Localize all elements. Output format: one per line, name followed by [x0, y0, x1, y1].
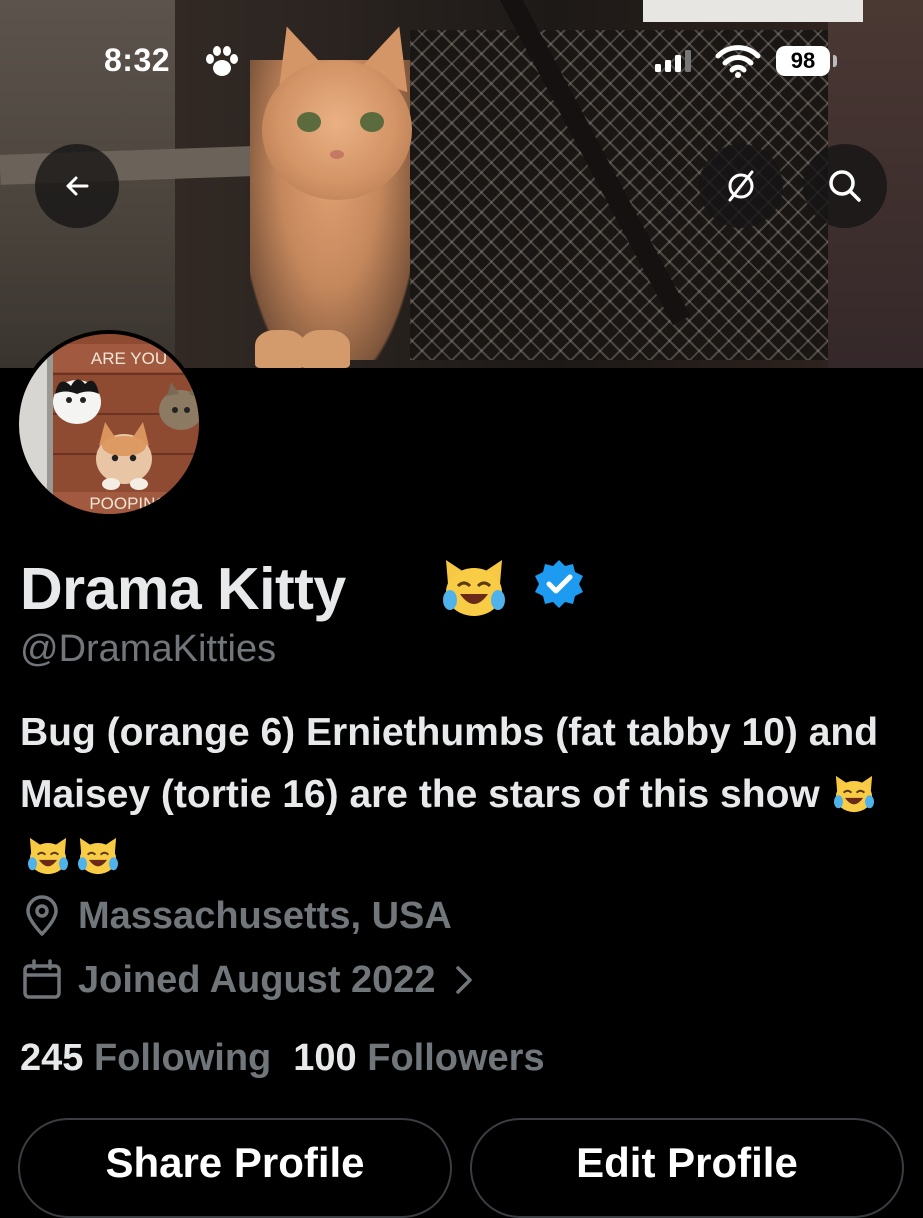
- cat-eye: [297, 112, 321, 132]
- cat-paw: [300, 330, 350, 368]
- cat-head: [262, 60, 412, 200]
- bio-text: Bug (orange 6) Erniethumbs (fat tabby 10…: [20, 711, 879, 816]
- location-text: Massachusetts, USA: [78, 894, 452, 937]
- followers-label: Followers: [367, 1037, 545, 1079]
- follow-stats: 245 Following 100 Followers: [20, 1037, 545, 1080]
- banner-light: [643, 0, 863, 22]
- share-profile-button[interactable]: Share Profile: [18, 1118, 452, 1218]
- battery-tip: [833, 55, 837, 67]
- laughing-cat-emoji-icon: [443, 560, 505, 616]
- back-button[interactable]: [35, 144, 119, 228]
- edit-profile-button[interactable]: Edit Profile: [470, 1118, 904, 1218]
- cat-nose: [330, 150, 344, 159]
- cat-paw: [255, 330, 305, 368]
- following-count: 245: [20, 1037, 84, 1079]
- signal-icon: [655, 50, 691, 72]
- verified-badge-icon: [535, 560, 583, 608]
- profile-joined[interactable]: Joined August 2022: [20, 958, 474, 1002]
- laughing-cat-emoji-icon: [27, 837, 69, 875]
- avatar-sign-bottom: POOPING: [89, 494, 168, 513]
- display-name: Drama Kitty: [20, 556, 346, 622]
- calendar-icon: [23, 959, 61, 999]
- wifi-icon: [715, 45, 761, 78]
- followers-link[interactable]: 100 Followers: [293, 1037, 544, 1079]
- arrow-left-icon: [66, 176, 89, 196]
- search-icon: [829, 170, 861, 202]
- joined-text: Joined August 2022: [78, 958, 436, 1001]
- laughing-cat-emoji-icon: [77, 837, 119, 875]
- profile-location: Massachusetts, USA: [20, 894, 452, 938]
- battery-indicator: 98: [776, 46, 830, 76]
- following-label: Following: [93, 1037, 272, 1079]
- paw-icon: [206, 46, 238, 76]
- profile-bio: Bug (orange 6) Erniethumbs (fat tabby 10…: [20, 702, 900, 888]
- followers-count: 100: [293, 1037, 357, 1079]
- incognito-button[interactable]: [699, 144, 783, 228]
- eye-slash-icon: [728, 170, 754, 202]
- following-link[interactable]: 245 Following: [20, 1037, 271, 1079]
- profile-handle: @DramaKitties: [20, 628, 277, 670]
- search-button[interactable]: [803, 144, 887, 228]
- laughing-cat-emoji-icon: [833, 775, 874, 813]
- avatar[interactable]: ARE YOU POOPING: [15, 330, 203, 518]
- avatar-image: ARE YOU POOPING: [19, 334, 199, 514]
- cat-eye: [360, 112, 384, 132]
- location-pin-icon: [26, 895, 58, 936]
- chevron-right-icon: [455, 966, 472, 994]
- avatar-sign-top: ARE YOU: [91, 349, 167, 368]
- status-time: 8:32: [104, 42, 171, 78]
